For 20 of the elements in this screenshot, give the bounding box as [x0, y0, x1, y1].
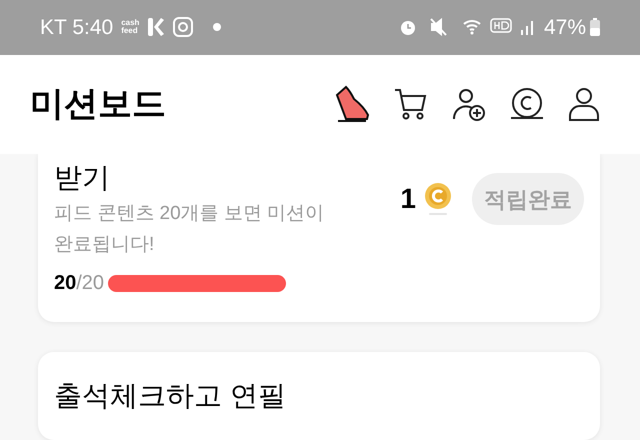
cart-icon[interactable] — [394, 87, 428, 122]
battery-percent: 47% — [544, 14, 586, 41]
instagram-icon — [173, 17, 194, 38]
progress-total: /20 — [76, 271, 104, 296]
dot-icon — [213, 23, 222, 32]
mission-title: 받기 — [54, 161, 111, 195]
add-friend-icon[interactable] — [452, 87, 486, 122]
battery-icon — [590, 18, 600, 36]
mission-title: 출석체크하고 연필 — [54, 379, 287, 413]
progress-done: 20 — [54, 271, 76, 296]
reward-amount: 1 — [400, 182, 416, 216]
k-logo-icon — [147, 17, 166, 38]
profile-icon[interactable] — [568, 87, 600, 122]
signal-icon — [520, 18, 536, 36]
coin-outline-icon[interactable] — [510, 87, 544, 122]
mission-description: 피드 콘텐츠 20개를 보면 미션이 완료됩니다! — [54, 202, 326, 257]
page-title: 미션보드 — [30, 84, 166, 125]
carrier-time: KT 5:40 — [40, 14, 114, 41]
coin-icon — [424, 182, 452, 216]
app-label: cash feed — [121, 19, 140, 36]
